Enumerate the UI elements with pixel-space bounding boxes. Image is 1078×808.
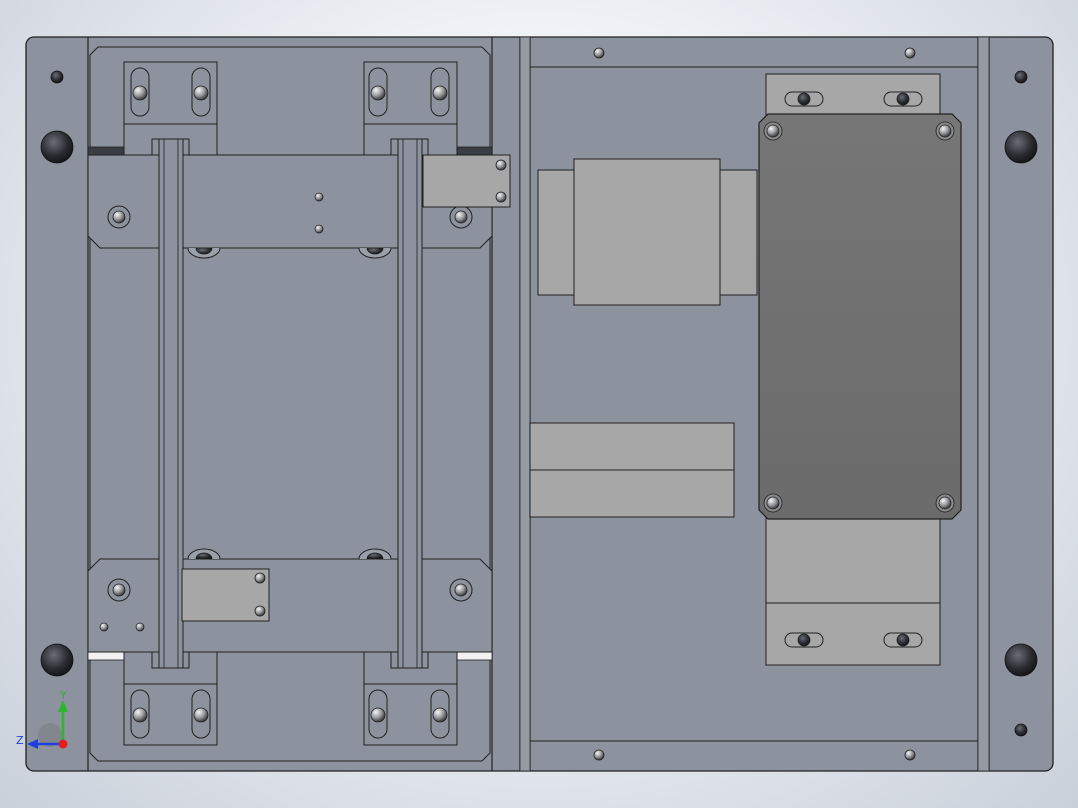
z-axis-label: Z (16, 734, 24, 747)
y-axis-label: Y (59, 689, 67, 702)
dark-pad-plate (758, 113, 962, 520)
pad-bracket-bottom (765, 511, 941, 666)
bottom-cross-plate (87, 548, 493, 653)
bracket-block-top-right (422, 154, 511, 208)
center-divider (519, 37, 531, 771)
motor-body (537, 158, 758, 306)
cad-model-view: Y Z (16, 36, 1054, 772)
x-axis-dot (58, 739, 68, 749)
stacked-blocks (529, 422, 735, 518)
bracket-block-bottom-left (181, 568, 270, 622)
